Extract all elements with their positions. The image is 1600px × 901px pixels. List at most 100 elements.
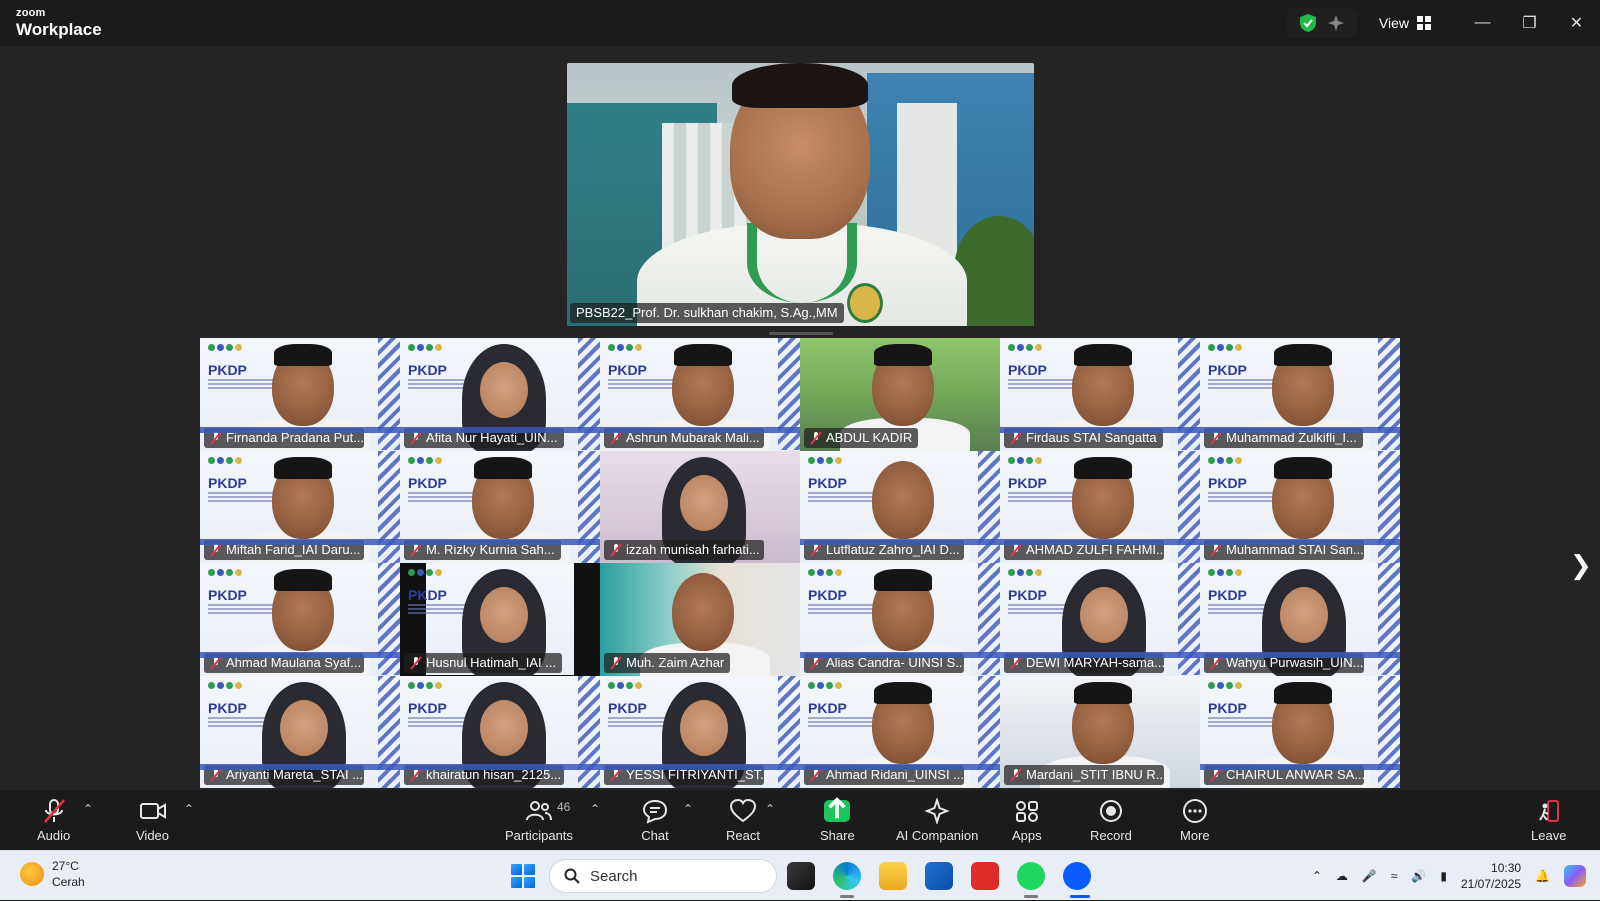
participant-tile[interactable]: PKDP Ahmad Maulana Syaf...	[200, 563, 400, 676]
video-caret-icon[interactable]: ⌃	[184, 802, 194, 816]
participant-name: AHMAD ZULFI FAHMI...	[1004, 540, 1164, 560]
participant-tile[interactable]: PKDP Firnanda Pradana Put...	[200, 338, 400, 451]
participant-tile[interactable]: PKDP Husnul Hatimah_IAI ...	[400, 563, 600, 676]
participant-tile[interactable]: PKDP CHAIRUL ANWAR SA...	[1200, 675, 1400, 788]
ai-companion-button[interactable]: AI Companion	[896, 798, 978, 843]
weather-desc: Cerah	[52, 875, 85, 889]
audio-caret-icon[interactable]: ⌃	[83, 802, 93, 816]
more-button[interactable]: More	[1180, 798, 1210, 843]
shield-check-icon[interactable]	[1299, 13, 1317, 33]
chat-label: Chat	[641, 828, 669, 843]
wps-office-icon[interactable]	[971, 862, 999, 890]
chat-button[interactable]: Chat	[641, 798, 669, 843]
participant-tile[interactable]: PKDP Miftah Farid_IAI Daru...	[200, 450, 400, 563]
participant-cap	[874, 681, 932, 704]
microphone-icon[interactable]: 🎤	[1362, 869, 1377, 883]
zoom-app-icon[interactable]	[1063, 862, 1091, 890]
react-caret-icon[interactable]: ⌃	[765, 802, 775, 816]
participant-tile[interactable]: PKDP M. Rizky Kurnia Sah...	[400, 450, 600, 563]
participant-tile[interactable]: Muh. Zaim Azhar	[600, 563, 800, 676]
mic-muted-icon	[810, 655, 822, 670]
spotify-icon[interactable]	[1017, 862, 1045, 890]
participant-tile[interactable]: PKDP Ahmad Ridani_UINSI ...	[800, 675, 1000, 788]
video-camera-icon	[139, 803, 166, 819]
participant-name: CHAIRUL ANWAR SA...	[1204, 765, 1364, 785]
brand-small: zoom	[16, 7, 46, 19]
weather-widget[interactable]: 27°C Cerah	[20, 858, 85, 890]
wifi-icon[interactable]: ≈	[1391, 869, 1398, 883]
participant-tile[interactable]: PKDP Firdaus STAI Sangatta	[1000, 338, 1200, 451]
task-view-icon[interactable]	[787, 862, 815, 890]
participant-tile[interactable]: PKDP AHMAD ZULFI FAHMI...	[1000, 450, 1200, 563]
record-button[interactable]: Record	[1090, 798, 1132, 843]
participant-tile[interactable]: ABDUL KADIR	[800, 338, 1000, 451]
active-speaker-video[interactable]: PBSB22_Prof. Dr. sulkhan chakim, S.Ag.,M…	[567, 63, 1034, 326]
audio-button[interactable]: Audio	[37, 798, 70, 843]
institution-logos	[608, 681, 642, 689]
start-button[interactable]	[511, 864, 535, 888]
cloud-offline-icon[interactable]: ☁	[1336, 869, 1348, 883]
participant-cap	[274, 456, 332, 479]
sparkle-icon[interactable]	[1327, 14, 1345, 32]
institution-logos	[608, 344, 642, 351]
participant-tile[interactable]: PKDP Lutflatuz Zahro_IAI D...	[800, 450, 1000, 563]
participant-gallery: PKDP Firnanda Pradana Put... PKDP Afita Nur…	[200, 338, 1400, 788]
participant-tile[interactable]: PKDP Muhammad Zulkifli_I...	[1200, 338, 1400, 451]
chat-caret-icon[interactable]: ⌃	[683, 802, 693, 816]
participant-tile[interactable]: Mardani_STIT IBNU R...	[1000, 675, 1200, 788]
leave-button[interactable]: Leave	[1531, 798, 1566, 843]
participant-tile[interactable]: PKDP Wahyu Purwasih_UIN...	[1200, 563, 1400, 676]
participant-name: ABDUL KADIR	[804, 427, 919, 448]
mic-muted-icon	[1010, 768, 1022, 782]
view-label: View	[1378, 15, 1409, 31]
leave-icon	[1538, 800, 1559, 822]
participant-tile[interactable]: PKDP DEWI MARYAH-sama...	[1000, 563, 1200, 676]
edge-browser-icon[interactable]	[833, 862, 861, 890]
participant-tile[interactable]: PKDP Ariyanti Mareta_STAI ...	[200, 675, 400, 788]
security-pill[interactable]	[1286, 8, 1357, 38]
speaker-name: PBSB22_Prof. Dr. sulkhan chakim, S.Ag.,M…	[570, 303, 844, 323]
clock[interactable]: 10:30 21/07/2025	[1461, 860, 1521, 892]
speaker-resize-handle[interactable]	[769, 332, 833, 335]
share-button[interactable]: Share	[820, 797, 855, 843]
pkdp-title: PKDP	[208, 362, 247, 378]
microsoft-store-icon[interactable]	[925, 862, 953, 890]
participant-name: Mardani_STIT IBNU R...	[1004, 765, 1164, 785]
pkdp-title: PKDP	[1208, 587, 1247, 603]
restore-button[interactable]: ❐	[1506, 0, 1553, 46]
volume-icon[interactable]: 🔊	[1411, 869, 1426, 883]
video-button[interactable]: Video	[136, 798, 169, 843]
participant-tile[interactable]: PKDP Alias Candra- UINSI S...	[800, 563, 1000, 676]
windows-logo-tile	[524, 877, 535, 888]
taskbar-search[interactable]: Search	[549, 859, 777, 893]
search-icon	[564, 868, 580, 884]
participant-cap	[274, 569, 332, 591]
apps-button[interactable]: Apps	[1012, 798, 1042, 843]
pkdp-title: PKDP	[408, 474, 447, 491]
next-page-arrow[interactable]: ❯	[1570, 550, 1592, 581]
chevron-up-icon[interactable]: ⌃	[1312, 869, 1322, 883]
participant-tile[interactable]: izzah munisah farhati...	[600, 450, 800, 563]
speaker-badge	[847, 283, 883, 323]
participants-caret-icon[interactable]: ⌃	[590, 802, 600, 816]
institution-logos	[1008, 569, 1042, 576]
minimize-button[interactable]: —	[1459, 0, 1506, 46]
participant-tile[interactable]: PKDP YESSI FITRIYANTI_ST...	[600, 675, 800, 788]
pkdp-title: PKDP	[408, 587, 447, 603]
participant-tile[interactable]: PKDP khairatun hisan_2125...	[400, 675, 600, 788]
participant-cap	[1074, 344, 1132, 366]
file-explorer-icon[interactable]	[879, 862, 907, 890]
mic-muted-icon	[1010, 655, 1022, 670]
participant-tile[interactable]: PKDP Afita Nur Hayati_UIN...	[400, 338, 600, 451]
mic-muted-icon	[1210, 768, 1222, 782]
participant-tile[interactable]: PKDP Ashrun Mubarak Mali...	[600, 338, 800, 451]
participant-name: M. Rizky Kurnia Sah...	[404, 540, 561, 560]
battery-icon[interactable]: ▮	[1440, 869, 1447, 883]
zoom-window: zoom Workplace View — ❐ ✕ PBSB22_Prof. D…	[0, 0, 1600, 850]
participant-tile[interactable]: PKDP Muhammad STAI San...	[1200, 450, 1400, 563]
close-button[interactable]: ✕	[1553, 0, 1600, 46]
view-button[interactable]: View	[1371, 8, 1439, 38]
react-button[interactable]: React	[726, 798, 760, 843]
copilot-icon[interactable]	[1564, 865, 1586, 887]
notification-bell-icon[interactable]: 🔔	[1535, 869, 1550, 883]
